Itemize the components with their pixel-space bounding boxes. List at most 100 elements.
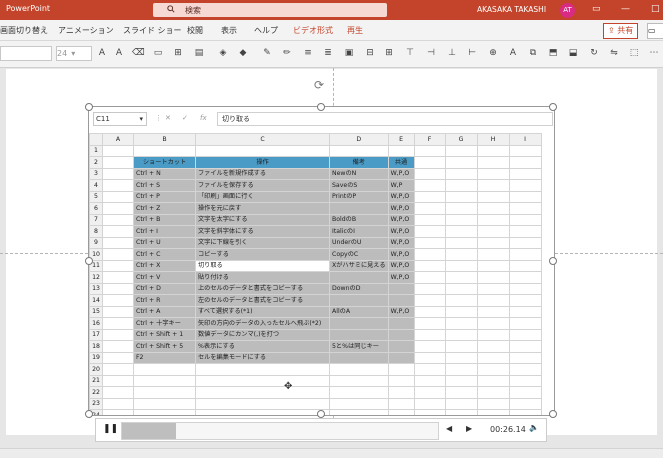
tab-slideshow[interactable]: スライド ショー	[123, 25, 182, 36]
more-icon[interactable]: ⋯	[648, 48, 660, 58]
cell	[413, 271, 446, 284]
fill-icon[interactable]: ◈	[217, 48, 229, 58]
cell-e	[387, 363, 415, 376]
resize-handle[interactable]	[549, 257, 557, 265]
bring-forward-icon[interactable]: ⬒	[547, 48, 559, 58]
resize-handle[interactable]	[85, 103, 93, 111]
cell-c: 操作を元に戻す	[195, 202, 330, 215]
align-bottom-icon[interactable]: ⊥	[446, 48, 458, 58]
distribute-icon[interactable]: ⊟	[364, 48, 376, 58]
fill-color-icon[interactable]: ◆	[237, 48, 249, 58]
cell-b: Ctrl + A	[133, 305, 196, 318]
cell	[508, 294, 542, 307]
app-name: PowerPoint	[6, 4, 51, 13]
cell	[508, 248, 542, 261]
video-object[interactable]: C11 ▾ ⋮ ✕ ✓ fx 切り取る A B C D E F G H I 12 シ…	[88, 106, 555, 416]
flip-icon[interactable]: ⇋	[608, 48, 620, 58]
resize-handle[interactable]	[85, 257, 93, 265]
restore-icon[interactable]: □	[651, 4, 660, 14]
cell	[102, 328, 134, 341]
font-shrink-icon[interactable]: A	[113, 48, 125, 58]
cell-b: Ctrl + 十字キー	[133, 317, 196, 330]
cell-e: W,P,O	[387, 248, 415, 261]
pause-icon[interactable]: ❚❚	[103, 424, 118, 434]
cell-d: PrintのP	[329, 190, 389, 203]
cell	[508, 282, 542, 295]
eyedropper-icon[interactable]: ✎	[261, 48, 273, 58]
column-header: I	[508, 133, 542, 146]
line-weight-icon[interactable]: ≡	[302, 48, 314, 58]
name-box[interactable]: C11 ▾	[93, 112, 147, 126]
line-style-icon[interactable]: ≣	[322, 48, 334, 58]
tab-video-format[interactable]: ビデオ形式	[293, 25, 333, 36]
cell-b	[133, 409, 196, 415]
resize-handle[interactable]	[317, 103, 325, 111]
align-center-icon[interactable]: ⊕	[487, 48, 499, 58]
cell	[444, 340, 478, 353]
resize-handle[interactable]	[549, 410, 557, 418]
align-left-icon[interactable]: ⊢	[466, 48, 478, 58]
seek-bar[interactable]	[121, 422, 439, 440]
cell	[444, 374, 478, 387]
minimize-icon[interactable]: —	[621, 4, 630, 14]
align-icon[interactable]: ⊞	[383, 48, 395, 58]
row-header: 14	[89, 294, 103, 307]
cell	[444, 202, 478, 215]
row-header: 8	[89, 225, 103, 238]
shapes-icon[interactable]: ▭	[152, 48, 164, 58]
send-backward-icon[interactable]: ⬓	[567, 48, 579, 58]
tab-view[interactable]: 表示	[221, 25, 237, 36]
ribbon-display-icon[interactable]: ▭	[592, 4, 601, 14]
rotate-icon[interactable]: ↻	[588, 48, 600, 58]
cell	[102, 397, 134, 410]
search-box[interactable]: 検索	[153, 3, 387, 17]
text-color-icon[interactable]: A	[507, 48, 519, 58]
cell	[413, 363, 446, 376]
resize-handle[interactable]	[549, 103, 557, 111]
tab-review[interactable]: 校閲	[187, 25, 203, 36]
cell	[444, 190, 478, 203]
group-icon[interactable]: ⧉	[527, 48, 539, 58]
volume-icon[interactable]: 🔈	[529, 423, 539, 432]
forward-icon[interactable]: ▶	[466, 424, 472, 433]
cell	[476, 259, 510, 272]
share-button[interactable]: ⇪ 共有	[603, 23, 639, 39]
cell-d	[329, 271, 389, 284]
cell-e	[387, 317, 415, 330]
tab-playback[interactable]: 再生	[347, 25, 363, 36]
clear-format-icon[interactable]: ⌫	[132, 48, 145, 58]
cell	[102, 225, 134, 238]
tab-animations[interactable]: アニメーション	[58, 25, 114, 36]
cell-e: W,P,O	[387, 225, 415, 238]
avatar[interactable]: AT	[560, 3, 575, 18]
tab-help[interactable]: ヘルプ	[254, 25, 278, 36]
align-middle-icon[interactable]: ⊣	[425, 48, 437, 58]
rewind-icon[interactable]: ◀	[446, 424, 452, 433]
cell-d	[329, 202, 389, 215]
rotate-handle-icon[interactable]: ⟳	[314, 78, 324, 92]
font-grow-icon[interactable]: A	[96, 48, 108, 58]
table-row: 11 Ctrl + X 切り取る Xがハサミに見える W,P,O	[89, 259, 542, 272]
size-icon[interactable]: ⬚	[628, 48, 640, 58]
table-row: 1	[89, 144, 542, 157]
quick-style-icon[interactable]: ▤	[193, 48, 205, 58]
outline-color-icon[interactable]: ✏	[281, 48, 293, 58]
cell-d	[329, 386, 389, 399]
cell-b: Ctrl + Shift + 5	[133, 340, 196, 353]
cell	[413, 305, 446, 318]
resize-handle[interactable]	[85, 410, 93, 418]
font-name-box[interactable]	[0, 46, 52, 61]
tab-transitions[interactable]: 画面切り替え	[0, 25, 48, 36]
align-top-icon[interactable]: ⊤	[404, 48, 416, 58]
cell	[508, 167, 542, 180]
font-size-box[interactable]: 24 ▾	[56, 46, 92, 61]
table-row: 9 Ctrl + U 文字に下線を引く UnderのU W,P,O	[89, 236, 542, 249]
search-placeholder: 検索	[185, 6, 201, 15]
arrange-icon[interactable]: ⊞	[172, 48, 184, 58]
resize-handle[interactable]	[317, 410, 325, 418]
search-icon	[167, 5, 175, 13]
cell	[444, 282, 478, 295]
cell-b: Ctrl + D	[133, 282, 196, 295]
shape-effects-icon[interactable]: ▣	[343, 48, 355, 58]
comment-button[interactable]: ▭	[647, 23, 663, 39]
